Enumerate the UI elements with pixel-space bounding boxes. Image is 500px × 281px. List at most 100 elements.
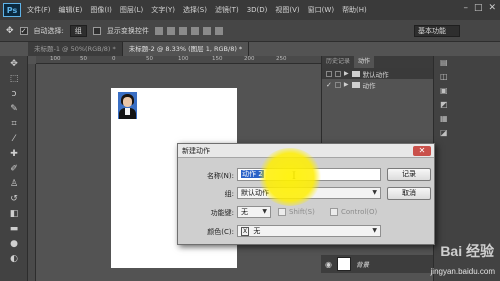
- control-checkbox[interactable]: Control(O): [330, 208, 377, 216]
- align-middle-icon[interactable]: [166, 26, 175, 35]
- menu-filter[interactable]: 滤镜(T): [215, 5, 239, 15]
- folder-icon: [351, 70, 360, 77]
- action-set-default[interactable]: ▶ 默认动作: [322, 68, 433, 79]
- name-field[interactable]: 动作 2: [237, 168, 381, 181]
- minimize-icon[interactable]: –: [463, 3, 468, 13]
- dock-icon[interactable]: ▣: [434, 84, 500, 98]
- menu-help[interactable]: 帮助(H): [342, 5, 367, 15]
- lasso-icon[interactable]: ↄ: [3, 87, 25, 101]
- function-key-label: 功能键:: [210, 209, 234, 217]
- watermark-url: jingyan.baidu.com: [430, 267, 495, 276]
- layer-name: 背景: [355, 261, 369, 269]
- close-icon[interactable]: ✕: [488, 3, 496, 13]
- chevron-down-icon: ▼: [262, 208, 267, 215]
- dock-icon[interactable]: ◫: [434, 70, 500, 84]
- healing-brush-icon[interactable]: ✚: [3, 147, 25, 161]
- expand-triangle-icon[interactable]: ▶: [344, 81, 349, 88]
- crop-icon[interactable]: ⌗: [3, 117, 25, 131]
- align-bottom-icon[interactable]: [178, 26, 187, 35]
- menu-3d[interactable]: 3D(D): [247, 6, 268, 14]
- history-brush-icon[interactable]: ↺: [3, 192, 25, 206]
- horizontal-ruler: 100 50 0 50 100 150 200 250: [36, 56, 321, 64]
- auto-select-checkbox[interactable]: ✓: [19, 26, 28, 35]
- menu-type[interactable]: 文字(Y): [151, 5, 175, 15]
- expand-triangle-icon[interactable]: ▶: [344, 70, 349, 77]
- checkbox-icon: [330, 208, 338, 216]
- chevron-down-icon: ▼: [372, 227, 377, 234]
- name-field-value: 动作 2: [241, 170, 264, 178]
- menu-view[interactable]: 视图(V): [275, 5, 299, 15]
- tab-actions[interactable]: 动作: [354, 56, 375, 68]
- vertical-ruler: [28, 64, 36, 281]
- dock-icon[interactable]: ▤: [434, 56, 500, 70]
- brush-icon[interactable]: ✐: [3, 162, 25, 176]
- layer-row[interactable]: ◉ 背景: [321, 255, 433, 273]
- ruler-mark: 50: [146, 56, 153, 62]
- marquee-icon[interactable]: ⬚: [3, 72, 25, 86]
- align-left-icon[interactable]: [190, 26, 199, 35]
- cancel-button[interactable]: 取消: [387, 187, 431, 200]
- quick-select-icon[interactable]: ✎: [3, 102, 25, 116]
- show-transform-label: 显示变换控件: [106, 26, 149, 35]
- align-right-icon[interactable]: [214, 26, 223, 35]
- photoshop-logo-icon: Ps: [3, 3, 21, 17]
- action-label: 动作: [362, 81, 376, 90]
- menu-file[interactable]: 文件(F): [27, 5, 51, 15]
- menu-bar: Ps 文件(F) 编辑(E) 图像(I) 图层(L) 文字(Y) 选择(S) 滤…: [0, 0, 500, 20]
- dock-icon[interactable]: ▦: [434, 112, 500, 126]
- move-icon[interactable]: ✥: [3, 57, 25, 71]
- tools-panel: ✥ ⬚ ↄ ✎ ⌗ ⁄ ✚ ✐ ♙ ↺ ◧ ▬ ● ◐: [0, 56, 28, 281]
- align-center-icon[interactable]: [202, 26, 211, 35]
- checkmark-icon[interactable]: ✓: [326, 81, 332, 89]
- group-select[interactable]: 默认动作 ▼: [237, 187, 381, 199]
- function-key-value: 无: [241, 208, 248, 216]
- workspace-dropdown[interactable]: 基本功能: [414, 25, 460, 37]
- group-label: 组:: [224, 190, 234, 198]
- dock-icon[interactable]: ◩: [434, 98, 500, 112]
- tab-untitled-2[interactable]: 未标题-2 @ 8.33% (图层 1, RGB/8) *: [122, 42, 250, 56]
- eraser-icon[interactable]: ◧: [3, 207, 25, 221]
- align-buttons: [154, 26, 223, 35]
- toggle-box-icon[interactable]: [326, 70, 332, 77]
- clone-stamp-icon[interactable]: ♙: [3, 177, 25, 191]
- control-label: Control(O): [341, 208, 378, 216]
- blur-icon[interactable]: ●: [3, 237, 25, 251]
- tab-history[interactable]: 历史记录: [322, 56, 354, 68]
- menu-select[interactable]: 选择(S): [183, 5, 207, 15]
- action-item[interactable]: ✓ ▶ 动作: [322, 79, 433, 90]
- action-set-label: 默认动作: [362, 70, 389, 79]
- shift-checkbox[interactable]: Shift(S): [278, 208, 315, 216]
- id-photo-image: [118, 92, 137, 119]
- ruler-mark: 50: [80, 56, 87, 62]
- chevron-down-icon: ▼: [372, 189, 377, 196]
- dodge-icon[interactable]: ◐: [3, 252, 25, 266]
- auto-select-dropdown[interactable]: 组: [69, 24, 87, 37]
- move-tool-icon[interactable]: ✥: [6, 26, 14, 36]
- dialog-toggle-icon[interactable]: [334, 81, 341, 88]
- ruler-mark: 0: [112, 56, 116, 62]
- maximize-icon[interactable]: □: [474, 3, 483, 13]
- menu-image[interactable]: 图像(I): [90, 5, 112, 15]
- function-key-select[interactable]: 无 ▼: [237, 206, 271, 218]
- gradient-icon[interactable]: ▬: [3, 222, 25, 236]
- close-icon[interactable]: ✕: [413, 146, 431, 156]
- color-select[interactable]: X 无 ▼: [237, 225, 381, 237]
- align-top-icon[interactable]: [154, 26, 163, 35]
- window-controls: – □ ✕: [463, 3, 496, 13]
- dock-icon[interactable]: ◪: [434, 126, 500, 140]
- ruler-mark: 100: [178, 56, 189, 62]
- dialog-toggle-icon[interactable]: [335, 70, 341, 77]
- menu-edit[interactable]: 编辑(E): [59, 5, 83, 15]
- show-transform-checkbox[interactable]: [92, 26, 101, 35]
- eyedropper-icon[interactable]: ⁄: [3, 132, 25, 146]
- menu-layer[interactable]: 图层(L): [120, 5, 143, 15]
- tab-untitled-1[interactable]: 未标题-1 @ 50%(RGB/8) *: [28, 42, 123, 56]
- folder-icon: [351, 81, 360, 88]
- checkbox-icon: [278, 208, 286, 216]
- menu-window[interactable]: 窗口(W): [308, 5, 334, 15]
- color-label: 颜色(C):: [207, 228, 234, 236]
- eye-icon[interactable]: ◉: [325, 260, 332, 269]
- record-button[interactable]: 记录: [387, 168, 431, 181]
- color-select-value: 无: [253, 227, 261, 235]
- text-cursor-icon: I: [292, 171, 296, 182]
